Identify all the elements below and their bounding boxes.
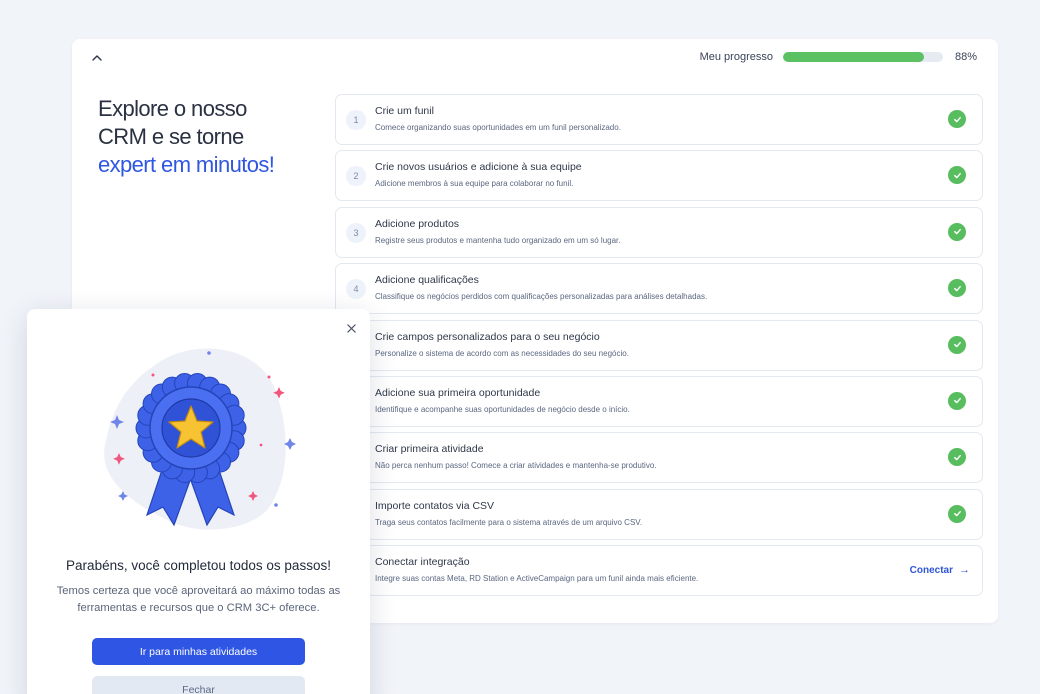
step-title: Adicione produtos [375,217,460,230]
step-title: Adicione sua primeira oportunidade [375,386,541,399]
step-title: Adicione qualificações [375,274,479,287]
step-description: Registre seus produtos e mantenha tudo o… [375,235,621,245]
step-item[interactable]: Importe contatos via CSV Traga seus conta… [335,488,983,540]
step-item[interactable]: Conectar integração Integre suas contas M… [335,545,983,597]
check-circle-icon [948,110,966,128]
step-description: Adicione membros à sua equipe para colab… [375,179,574,189]
step-number-badge: 4 [346,279,366,300]
progress-bar [782,52,943,62]
step-description: Integre suas contas Meta, RD Station e A… [375,574,699,584]
check-circle-icon [948,166,966,185]
modal-close-button[interactable] [344,321,358,335]
modal-title: Parabéns, você completou todos os passos… [66,558,331,573]
step-number-badge: 1 [346,110,366,130]
step-number-badge: 3 [346,222,366,243]
progress-percent: 88% [954,51,977,63]
hero-accent: expert em minutos! [98,152,275,177]
check-circle-icon [948,504,966,523]
check-circle-icon [948,391,966,410]
step-number-badge: 2 [346,166,366,187]
step-title: Crie um funil [375,105,434,117]
step-item[interactable]: 1 Crie um funil Comece organizando suas op… [335,94,983,145]
hero-heading: Explore o nosso CRM e se torne expert em… [98,95,338,179]
hero-line-1: Explore o nosso [98,96,247,121]
completion-modal: Parabéns, você completou todos os passos… [27,309,370,694]
connect-link-label: Conectar [909,564,953,576]
close-icon [346,323,356,333]
check-circle-icon [948,335,966,354]
step-title: Criar primeira atividade [375,443,484,456]
check-circle-icon [948,222,966,241]
step-title: Crie novos usuários e adicione à sua equ… [375,161,582,174]
step-description: Identifique e acompanhe suas oportunidad… [375,404,630,414]
chevron-up-icon [92,55,102,61]
step-description: Classifique os negócios perdidos com qua… [375,292,708,302]
progress-label: Meu progresso [699,51,773,63]
award-rosette-icon [104,348,296,530]
step-item[interactable]: 3 Adicione produtos Registre seus produtos… [335,206,983,258]
step-item[interactable]: 2 Crie novos usuários e adicione à sua eq… [335,150,983,202]
step-title: Crie campos personalizados para o seu ne… [375,330,600,343]
step-description: Não perca nenhum passo! Comece a criar a… [375,461,657,471]
step-item[interactable]: Criar primeira atividade Não perca nenhum… [335,432,983,484]
progress-bar-fill [782,52,924,62]
arrow-right-icon: → [959,564,970,577]
progress-area: Meu progresso 88% [700,49,977,65]
go-to-activities-button[interactable]: Ir para minhas atividades [92,638,305,665]
steps-list: 1 Crie um funil Comece organizando suas op… [335,94,983,602]
step-description: Personalize o sistema de acordo com as n… [375,348,629,358]
check-circle-icon [948,448,966,467]
step-title: Importe contatos via CSV [375,499,495,512]
hero-line-2: CRM e se torne [98,124,244,149]
modal-text: Temos certeza que você aproveitará ao má… [56,585,341,614]
step-item[interactable]: 4 Adicione qualificações Classifique os ne… [335,263,983,315]
step-title: Conectar integração [375,556,470,569]
connect-link[interactable]: Conectar → [910,564,970,576]
close-modal-button[interactable]: Fechar [92,676,305,694]
step-item[interactable]: Crie campos personalizados para o seu ne… [335,319,983,371]
step-description: Traga seus contatos facilmente para o si… [375,517,643,527]
step-item[interactable]: Adicione sua primeira oportunidade Identi… [335,375,983,427]
step-description: Comece organizando suas oportunidades em… [375,123,621,132]
collapse-button[interactable] [88,49,106,67]
check-circle-icon [948,279,966,298]
